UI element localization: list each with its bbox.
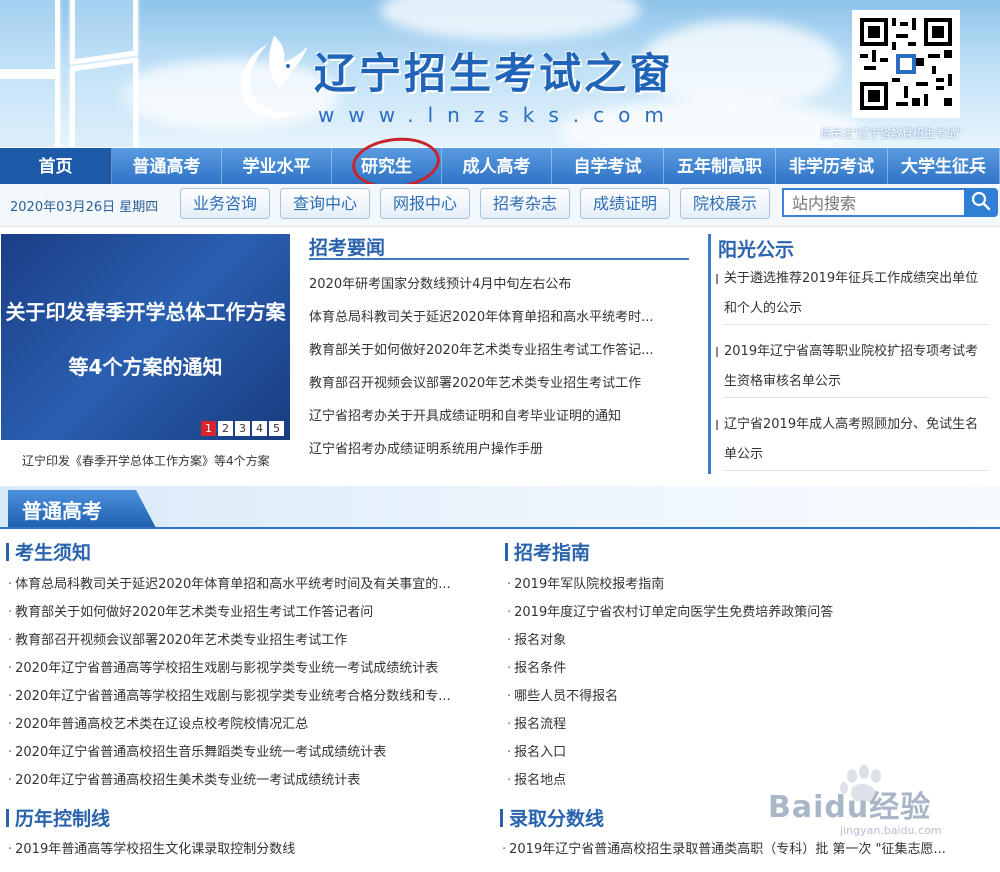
quick-link-button[interactable]: 业务咨询 xyxy=(180,188,270,219)
list-item[interactable]: 体育总局科教司关于延迟2020年体育单招和高水平统考时间及有关事宜的... xyxy=(8,573,450,592)
slide-page-dot[interactable]: 4 xyxy=(252,421,267,436)
qr-caption: 请关注"辽宁省教育招生考试" xyxy=(820,127,963,140)
list-item[interactable]: 2020年普通高校艺术类在辽设点校考院校情况汇总 xyxy=(8,713,308,732)
list-item[interactable]: 辽宁省招考办关于开具成绩证明和自考毕业证明的通知 xyxy=(309,405,621,424)
list-item[interactable]: 2020年辽宁省普通高校招生音乐舞蹈类专业统一考试成绩统计表 xyxy=(8,741,386,760)
list-item[interactable]: 体育总局科教司关于延迟2020年体育单招和高水平统考时... xyxy=(309,306,653,325)
slide-pager: 12345 xyxy=(201,421,284,436)
sub-bar: 2020年03月26日 星期四 业务咨询 查询中心 网报中心 招考杂志 成绩证明 院校展示 xyxy=(0,184,1000,227)
list-item[interactable]: 2019年辽宁省高等职业院校扩招专项考试考生资格审核名单公示 xyxy=(716,337,988,398)
main-nav: 首页 普通高考 学业水平 研究生 成人高考 自学考试 五年制高职 非学历考试 大学生征兵 xyxy=(0,148,1000,184)
notice-heading[interactable]: 考生须知 xyxy=(6,538,91,565)
slide-page-dot[interactable]: 5 xyxy=(269,421,284,436)
nav-item[interactable]: 首页 xyxy=(0,148,112,184)
baidu-watermark-url: jingyan.baidu.com xyxy=(840,824,942,837)
nav-item[interactable]: 普通高考 xyxy=(112,148,222,184)
list-item[interactable]: 报名流程 xyxy=(507,713,566,732)
search-button[interactable] xyxy=(964,188,998,217)
slide-page-dot[interactable]: 1 xyxy=(201,421,216,436)
search-icon xyxy=(971,191,991,211)
sunshine-title[interactable]: 阳光公示 xyxy=(718,235,794,262)
slide-page-dot[interactable]: 2 xyxy=(218,421,233,436)
list-item[interactable]: 报名条件 xyxy=(507,657,566,676)
nav-item[interactable]: 自学考试 xyxy=(552,148,665,184)
list-item[interactable]: 2020年研考国家分数线预计4月中旬左右公布 xyxy=(309,273,571,292)
nav-item[interactable]: 学业水平 xyxy=(222,148,333,184)
nav-item[interactable]: 研究生 xyxy=(332,148,443,184)
nav-item[interactable]: 五年制高职 xyxy=(664,148,777,184)
list-item[interactable]: 2019年军队院校报考指南 xyxy=(507,573,664,592)
window-decoration xyxy=(0,0,150,147)
section-divider xyxy=(0,527,1000,529)
quick-link-button[interactable]: 网报中心 xyxy=(380,188,470,219)
quick-link-button[interactable]: 招考杂志 xyxy=(480,188,570,219)
baidu-watermark-text: Baidu经验 xyxy=(768,790,932,825)
list-item[interactable]: 哪些人员不得报名 xyxy=(507,685,618,704)
current-date: 2020年03月26日 星期四 xyxy=(10,200,159,215)
list-item[interactable]: 教育部召开视频会议部署2020年艺术类专业招生考试工作 xyxy=(309,372,641,391)
news-title[interactable]: 招考要闻 xyxy=(309,233,385,260)
slide-headline-1: 关于印发春季开学总体工作方案 xyxy=(5,300,286,324)
list-item[interactable]: 2020年辽宁省普通高校招生美术类专业统一考试成绩统计表 xyxy=(8,769,360,788)
list-item[interactable]: 2019年普通高等学校招生文化课录取控制分数线 xyxy=(8,838,295,857)
slide-page-dot[interactable]: 3 xyxy=(235,421,250,436)
list-item[interactable]: 报名入口 xyxy=(507,741,566,760)
quick-link-button[interactable]: 查询中心 xyxy=(280,188,370,219)
site-url: www.lnzsks.com xyxy=(318,103,678,127)
slide-caption[interactable]: 辽宁印发《春季开学总体工作方案》等4个方案 xyxy=(22,452,270,469)
slide-headline-2: 等4个方案的通知 xyxy=(68,355,223,379)
search-box xyxy=(782,188,964,217)
nav-item[interactable]: 非学历考试 xyxy=(776,148,888,184)
nav-item[interactable]: 成人高考 xyxy=(442,148,553,184)
list-item[interactable]: 2020年辽宁省普通高等学校招生戏剧与影视学类专业统一考试成绩统计表 xyxy=(8,657,438,676)
quick-link-button[interactable]: 成绩证明 xyxy=(580,188,670,219)
nav-item[interactable]: 大学生征兵 xyxy=(888,148,1000,184)
list-item[interactable]: 辽宁省2019年成人高考照顾加分、免试生名单公示 xyxy=(716,410,988,471)
news-slideshow[interactable]: 关于印发春季开学总体工作方案 等4个方案的通知 12345 xyxy=(1,234,290,440)
list-item[interactable]: 报名地点 xyxy=(507,769,566,788)
list-item[interactable]: 教育部关于如何做好2020年艺术类专业招生考试工作答记... xyxy=(309,339,653,358)
control-line-heading[interactable]: 历年控制线 xyxy=(6,804,110,831)
list-item[interactable]: 2019年度辽宁省农村订单定向医学生免费培养政策问答 xyxy=(507,601,833,620)
admission-score-heading[interactable]: 录取分数线 xyxy=(500,804,604,831)
guide-heading[interactable]: 招考指南 xyxy=(505,538,590,565)
qr-code-icon xyxy=(852,10,960,118)
dove-logo-icon xyxy=(240,36,308,118)
site-header: 辽宁招生考试之窗 www.lnzsks.com 请关注"辽宁省教育招生考试" xyxy=(0,0,1000,147)
list-item[interactable]: 报名对象 xyxy=(507,629,566,648)
list-item[interactable]: 2019年辽宁省普通高校招生录取普通类高职（专科）批 第一次 "征集志愿... xyxy=(502,838,946,857)
list-item[interactable]: 关于遴选推荐2019年征兵工作成绩突出单位和个人的公示 xyxy=(716,264,988,325)
list-item[interactable]: 教育部召开视频会议部署2020年艺术类专业招生考试工作 xyxy=(8,629,347,648)
search-input[interactable] xyxy=(784,190,964,217)
list-item[interactable]: 2020年辽宁省普通高等学校招生戏剧与影视学类专业统考合格分数线和专... xyxy=(8,685,450,704)
section-title[interactable]: 普通高考 xyxy=(22,495,102,524)
site-title: 辽宁招生考试之窗 xyxy=(314,49,675,98)
news-title-divider xyxy=(309,258,689,260)
list-item[interactable]: 辽宁省招考办成绩证明系统用户操作手册 xyxy=(309,438,543,457)
quick-link-button[interactable]: 院校展示 xyxy=(680,188,770,219)
list-item[interactable]: 教育部关于如何做好2020年艺术类专业招生考试工作答记者问 xyxy=(8,601,373,620)
